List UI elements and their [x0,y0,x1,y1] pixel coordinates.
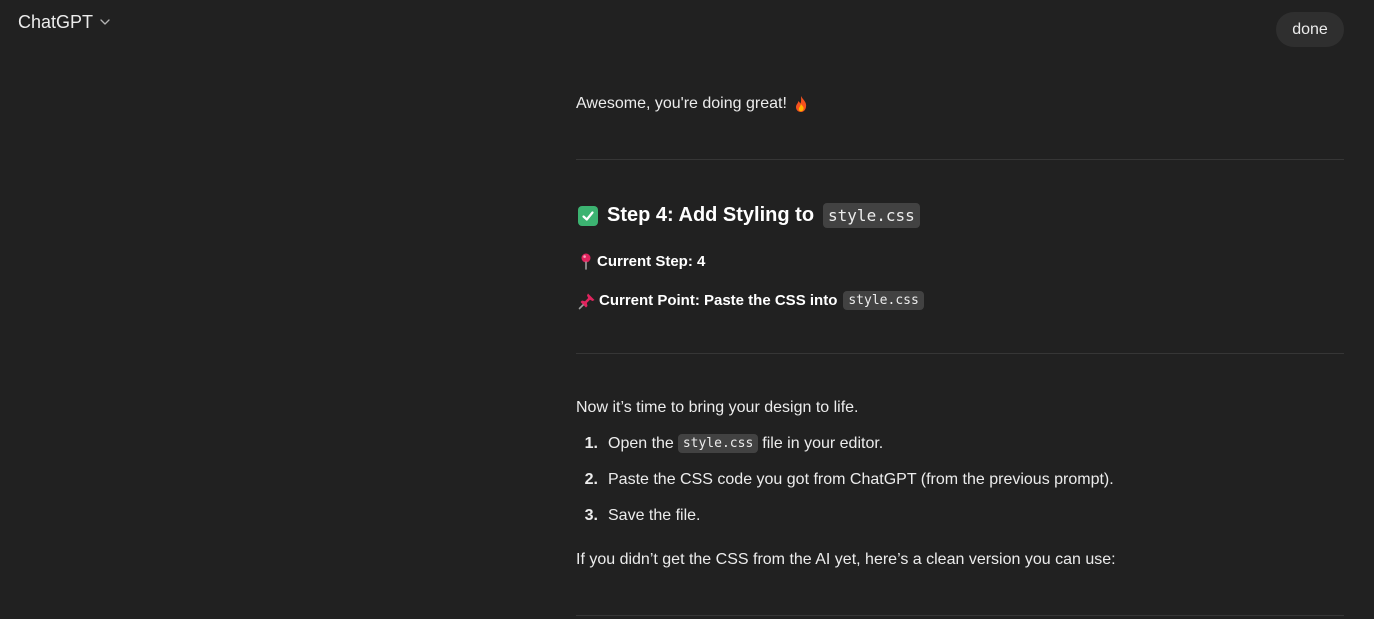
round-pushpin-icon [581,253,591,270]
current-point-code: style.css [843,291,924,310]
body-intro: Now it’s time to bring your design to li… [576,399,859,416]
divider [576,159,1344,160]
current-point-line: Current Point: Paste the CSS into style.… [578,291,924,310]
list-item-text: file in your editor. [762,434,884,452]
list-item: 1. Open the style.css file in your edito… [576,434,883,453]
list-item: 2. Paste the CSS code you got from ChatG… [576,471,1114,489]
step-heading-text: Step 4: Add Styling to [607,204,815,226]
list-item-text: Open the [608,434,674,452]
list-item-text: Save the file. [608,507,701,524]
model-switcher[interactable]: ChatGPT [18,10,111,34]
divider [576,353,1344,354]
top-bar: ChatGPT done [0,0,1374,60]
divider [576,615,1344,616]
intro-line: Awesome, you're doing great! [576,95,809,113]
list-item-text: Paste the CSS code you got from ChatGPT … [608,471,1114,488]
list-item-number: 1. [584,434,598,452]
done-button[interactable]: done [1276,12,1344,47]
list-item-number: 3. [584,507,598,524]
step-heading-code: style.css [823,203,920,228]
chevron-down-icon [100,19,110,25]
current-step-line: Current Step: 4 [578,252,705,270]
pushpin-icon [578,293,595,309]
list-item-code: style.css [677,434,759,453]
check-mark-button-icon [578,205,598,226]
list-item-number: 2. [584,471,598,488]
outro-text: If you didn’t get the CSS from the AI ye… [576,551,1116,568]
current-step-text: Current Step: 4 [597,252,706,270]
fire-icon [795,96,807,112]
current-point-text: Current Point: Paste the CSS into [599,292,838,309]
step-heading: Step 4: Add Styling to style.css [578,203,920,228]
intro-text: Awesome, you're doing great! [576,95,787,112]
list-item: 3. Save the file. [576,507,701,525]
model-name: ChatGPT [18,11,94,32]
